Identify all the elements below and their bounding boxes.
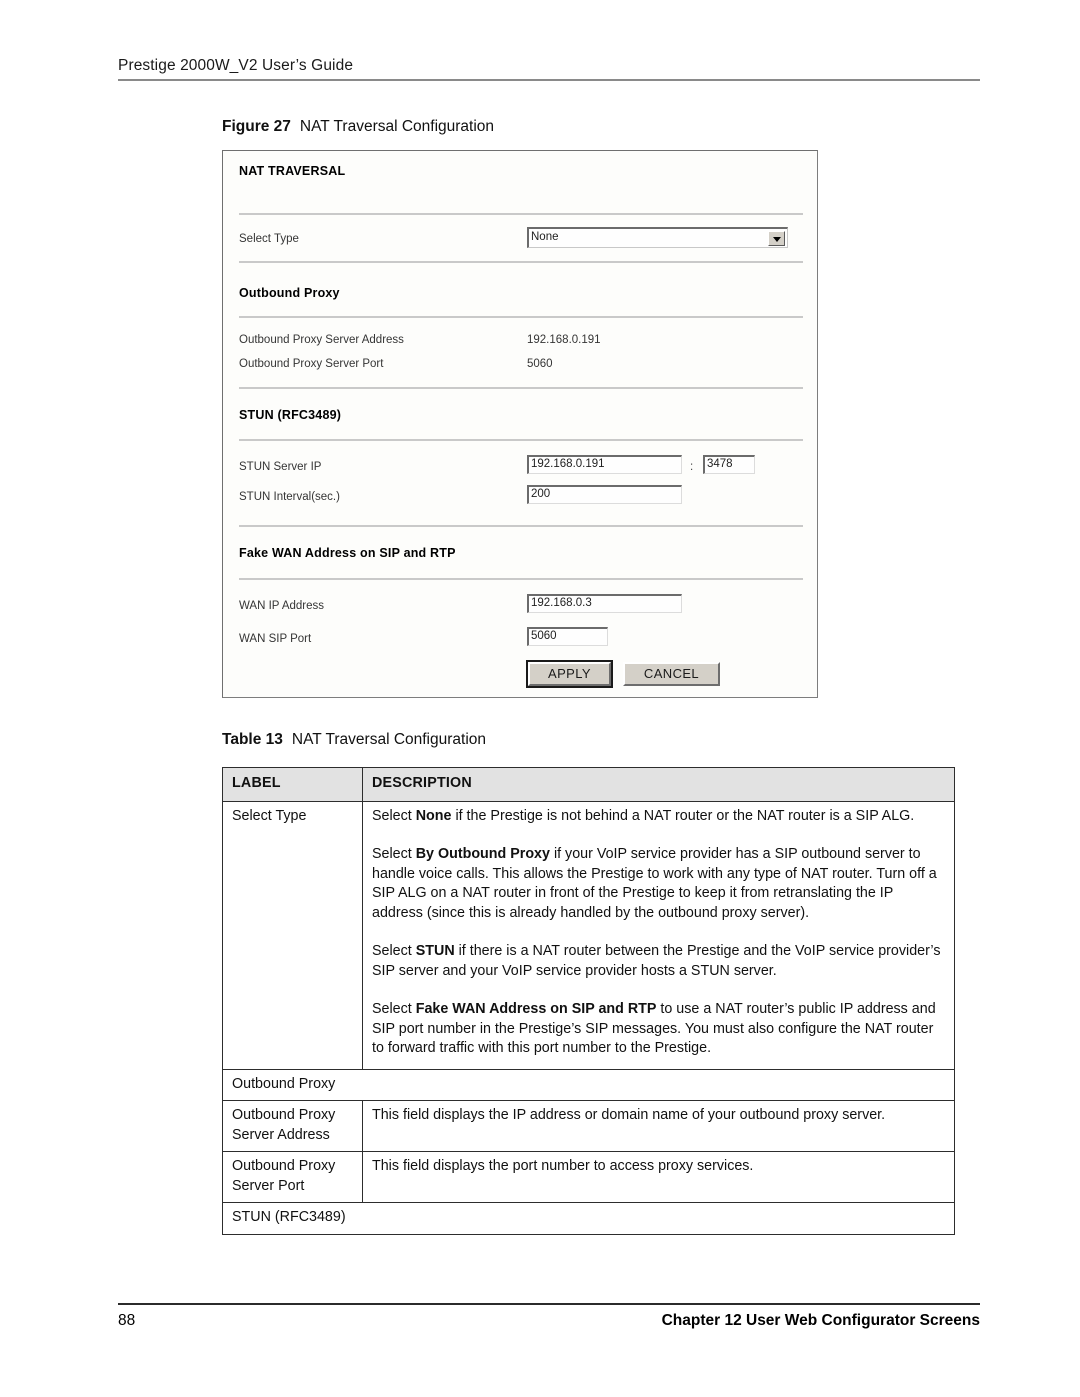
nat-traversal-screenshot: NAT TRAVERSAL Select Type None Outbound … [222, 150, 818, 698]
wan-sip-port-input[interactable]: 5060 [527, 627, 608, 646]
row-description-outbound-proxy-address: This field displays the IP address or do… [362, 1100, 955, 1152]
table-row: Outbound Proxy Server Port This field di… [222, 1151, 955, 1203]
wan-ip-address-label: WAN IP Address [239, 600, 325, 612]
stun-ip-port-separator: : [690, 461, 694, 473]
table-header-row: LABEL DESCRIPTION [222, 767, 955, 802]
text-run: if the Prestige is not behind a NAT rout… [451, 807, 915, 824]
text-run: if there is a NAT router between the Pre… [372, 943, 941, 979]
outbound-proxy-server-port-value: 5060 [527, 358, 553, 370]
stun-section-title: STUN (RFC3489) [239, 408, 342, 422]
table-row: STUN (RFC3489) [222, 1202, 955, 1235]
figure-caption: Figure 27 NAT Traversal Configuration [222, 118, 494, 136]
column-header-label: LABEL [222, 767, 363, 802]
wan-sip-port-label: WAN SIP Port [239, 633, 312, 645]
divider-4 [239, 387, 803, 389]
stun-server-ip-label: STUN Server IP [239, 461, 322, 473]
divider-6 [239, 525, 803, 527]
divider-7 [239, 578, 803, 580]
row-description-select-type: Select None if the Prestige is not behin… [362, 800, 955, 1070]
nat-traversal-table: LABEL DESCRIPTION Select Type Select Non… [222, 767, 955, 1235]
column-header-description: DESCRIPTION [362, 767, 955, 802]
chevron-down-icon[interactable] [768, 231, 785, 246]
table-row: Outbound Proxy [222, 1068, 955, 1101]
table-title: NAT Traversal Configuration [291, 731, 487, 748]
table-caption: Table 13 NAT Traversal Configuration [222, 731, 486, 749]
page-number: 88 [118, 1312, 136, 1329]
select-type-label: Select Type [239, 233, 299, 245]
figure-number: Figure 27 [222, 118, 291, 135]
figure-title: NAT Traversal Configuration [299, 118, 495, 135]
text-run: Select [372, 943, 416, 959]
divider-1 [239, 213, 803, 215]
row-label-outbound-proxy-section: Outbound Proxy [222, 1068, 955, 1101]
stun-server-port-input[interactable]: 3478 [703, 455, 755, 474]
select-type-dropdown[interactable]: None [527, 227, 788, 248]
table-number: Table 13 [222, 731, 283, 748]
wan-ip-address-input[interactable]: 192.168.0.3 [527, 594, 682, 613]
row-label-stun-section: STUN (RFC3489) [222, 1202, 955, 1235]
row-label-outbound-proxy-address: Outbound Proxy Server Address [222, 1100, 363, 1152]
text-run: Select [372, 807, 416, 824]
text-run-bold: None [415, 807, 452, 824]
divider-3 [239, 316, 803, 318]
footer-chapter-title: Chapter 12 User Web Configurator Screens [661, 1312, 980, 1329]
page-footer-rule [118, 1303, 980, 1305]
select-type-value: None [531, 231, 559, 243]
apply-button[interactable]: APPLY [526, 660, 613, 688]
cancel-button[interactable]: CANCEL [623, 662, 720, 686]
text-run: Select [372, 1001, 416, 1017]
paragraph-none: Select None if the Prestige is not behin… [372, 807, 946, 827]
row-label-select-type: Select Type [222, 800, 363, 1070]
stun-interval-label: STUN Interval(sec.) [239, 491, 340, 503]
page-running-header: Prestige 2000W_V2 User’s Guide [118, 57, 980, 81]
stun-interval-input[interactable]: 200 [527, 485, 682, 504]
page-running-footer: 88 Chapter 12 User Web Configurator Scre… [118, 1303, 980, 1330]
row-label-outbound-proxy-port: Outbound Proxy Server Port [222, 1151, 363, 1203]
page-header-title: Prestige 2000W_V2 User’s Guide [118, 57, 354, 74]
panel-title: NAT TRAVERSAL [239, 164, 346, 178]
text-run-bold: By Outbound Proxy [415, 846, 550, 862]
paragraph-stun: Select STUN if there is a NAT router bet… [372, 942, 946, 981]
paragraph-fake-wan: Select Fake WAN Address on SIP and RTP t… [372, 1000, 946, 1059]
outbound-proxy-server-address-value: 192.168.0.191 [527, 334, 601, 346]
fake-wan-section-title: Fake WAN Address on SIP and RTP [239, 546, 456, 560]
divider-2 [239, 261, 803, 263]
text-run-bold: Fake WAN Address on SIP and RTP [415, 1001, 657, 1017]
divider-5 [239, 439, 803, 441]
text-run-bold: STUN [415, 943, 455, 959]
stun-server-ip-input[interactable]: 192.168.0.191 [527, 455, 682, 474]
outbound-proxy-server-port-label: Outbound Proxy Server Port [239, 358, 384, 370]
table-row: Select Type Select None if the Prestige … [222, 800, 955, 1070]
page-header-rule [118, 79, 980, 81]
text-run: Select [372, 846, 416, 862]
table-row: Outbound Proxy Server Address This field… [222, 1100, 955, 1152]
outbound-proxy-section-title: Outbound Proxy [239, 286, 340, 300]
outbound-proxy-server-address-label: Outbound Proxy Server Address [239, 334, 404, 346]
paragraph-by-outbound-proxy: Select By Outbound Proxy if your VoIP se… [372, 845, 946, 923]
row-description-outbound-proxy-port: This field displays the port number to a… [362, 1151, 955, 1203]
